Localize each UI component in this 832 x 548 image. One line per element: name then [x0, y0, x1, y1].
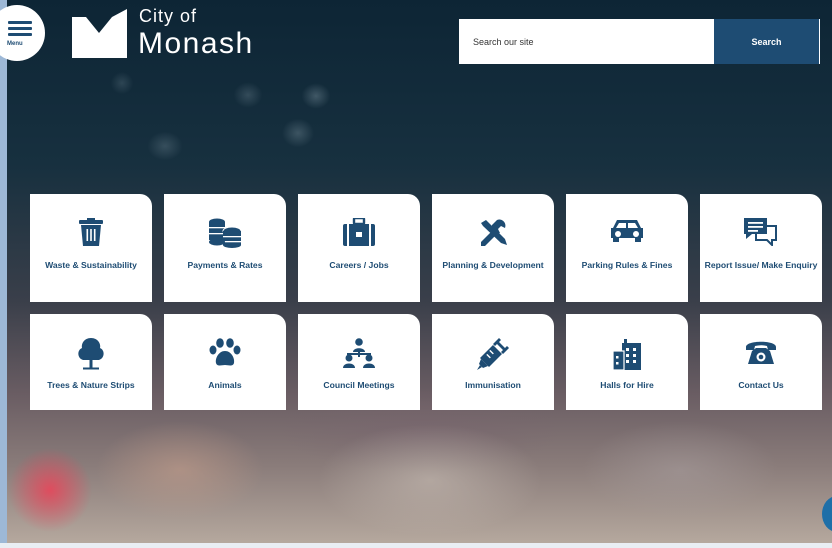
brand-name-text[interactable]: Monash	[138, 27, 254, 61]
tile-payments-rates[interactable]: Payments & Rates	[164, 194, 286, 302]
hamburger-icon	[8, 21, 32, 39]
syringe-icon	[477, 338, 509, 370]
tile-council-meetings[interactable]: Council Meetings	[298, 314, 420, 410]
tools-icon	[481, 219, 507, 246]
monash-logo-icon[interactable]	[72, 9, 127, 58]
search-input[interactable]	[459, 19, 709, 64]
coins-icon	[209, 218, 242, 248]
tile-contact-us[interactable]: Contact Us	[700, 314, 822, 410]
quick-links-grid: Waste & Sustainability Payments & Rates …	[30, 194, 822, 410]
tile-label: Animals	[208, 380, 242, 390]
people-meeting-icon	[343, 338, 375, 368]
search-form: Search	[459, 19, 820, 64]
tile-careers-jobs[interactable]: Careers / Jobs	[298, 194, 420, 302]
tile-label: Council Meetings	[323, 380, 395, 390]
tile-label: Careers / Jobs	[329, 260, 389, 270]
brand-city-text[interactable]: City of	[139, 6, 197, 27]
menu-label: Menu	[7, 41, 23, 47]
page: Menu City of Monash Search Waste & Susta…	[0, 0, 832, 548]
tile-report-issue[interactable]: Report Issue/ Make Enquiry	[700, 194, 822, 302]
tile-label: Contact Us	[738, 380, 784, 390]
window-left-edge	[0, 0, 7, 548]
footer-edge	[0, 543, 832, 548]
tile-trees-nature-strips[interactable]: Trees & Nature Strips	[30, 314, 152, 410]
tile-immunisation[interactable]: Immunisation	[432, 314, 554, 410]
paw-icon	[209, 338, 241, 366]
briefcase-icon	[343, 218, 375, 246]
tile-label: Immunisation	[465, 380, 521, 390]
tile-animals[interactable]: Animals	[164, 314, 286, 410]
tile-parking-rules-fines[interactable]: Parking Rules & Fines	[566, 194, 688, 302]
search-button[interactable]: Search	[714, 19, 819, 64]
buildings-icon	[612, 339, 641, 370]
trash-bin-icon	[79, 218, 103, 246]
tile-label: Waste & Sustainability	[45, 260, 137, 270]
tile-label: Planning & Development	[442, 260, 544, 270]
tile-waste-sustainability[interactable]: Waste & Sustainability	[30, 194, 152, 302]
tile-halls-for-hire[interactable]: Halls for Hire	[566, 314, 688, 410]
tile-label: Payments & Rates	[187, 260, 263, 270]
tile-label: Trees & Nature Strips	[47, 380, 135, 390]
tile-label: Parking Rules & Fines	[581, 260, 673, 270]
car-icon	[611, 220, 643, 242]
chat-bubbles-icon	[744, 218, 777, 246]
tree-icon	[78, 338, 104, 370]
phone-icon	[746, 341, 776, 364]
tile-label: Report Issue/ Make Enquiry	[704, 260, 818, 270]
tile-planning-development[interactable]: Planning & Development	[432, 194, 554, 302]
tile-label: Halls for Hire	[600, 380, 654, 390]
